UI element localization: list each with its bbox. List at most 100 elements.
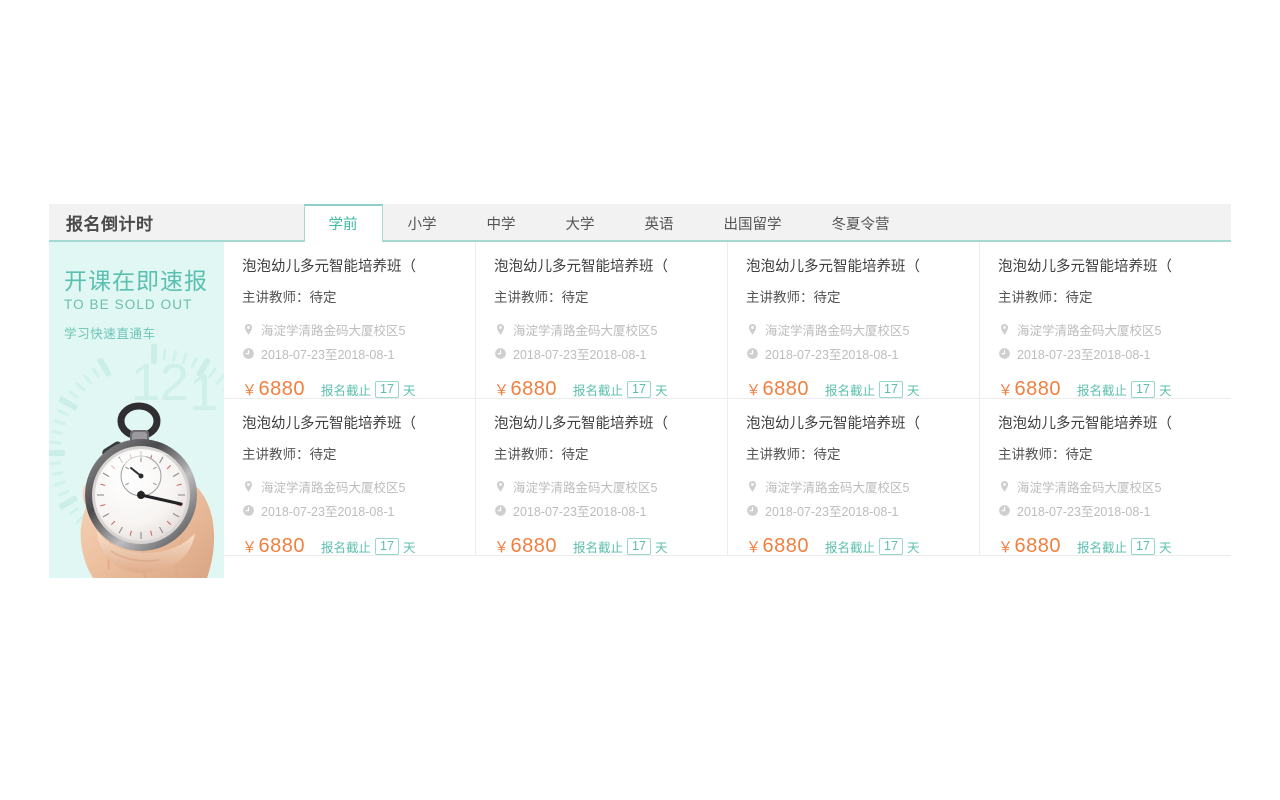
tab-6[interactable]: 冬夏令营: [807, 204, 915, 240]
course-address-row: 海淀学清路金码大厦校区5: [746, 477, 959, 496]
course-card[interactable]: 泡泡幼儿多元智能培养班（ 主讲教师：待定海淀学清路金码大厦校区5 2018-07-2…: [728, 399, 980, 556]
course-price: ￥6880: [494, 534, 558, 556]
countdown-widget: 报名倒计时 学前 小学 中学 大学 英语 出国留学 冬夏令营 12 1 开课在即…: [49, 204, 1231, 578]
course-card[interactable]: 泡泡幼儿多元智能培养班（ 主讲教师：待定 海淀学清路金码大厦校区5 2018-07-2…: [980, 399, 1231, 556]
course-card[interactable]: 泡泡幼儿多元智能培养班（ 主讲教师：待定海淀学清路金码大厦校区5 2018-07-2…: [476, 399, 728, 556]
deadline-label: 报名截止 17 天: [825, 380, 920, 398]
tab-5[interactable]: 出国留学: [699, 204, 807, 240]
course-price: ￥6880: [746, 534, 810, 556]
course-title: 泡泡幼儿多元智能培养班（: [746, 416, 920, 432]
course-price: ￥6880: [494, 378, 557, 399]
page-root: 报名倒计时 学前 小学 中学 大学 英语 出国留学 冬夏令营 12 1 开课在即…: [0, 0, 1280, 800]
price-value: 6880: [258, 377, 306, 399]
deadline-days-badge: 17: [1131, 380, 1155, 398]
price-value: 6880: [762, 534, 810, 556]
deadline-prefix: 报名截止: [825, 540, 876, 555]
location-pin-icon: [746, 323, 759, 336]
course-title: 泡泡幼儿多元智能培养班（: [746, 259, 920, 275]
deadline-days-badge: 17: [1131, 537, 1155, 555]
deadline-days-badge: 17: [375, 537, 399, 555]
course-card[interactable]: 泡泡幼儿多元智能培养班（ 主讲教师：待定 海淀学清路金码大厦校区5 2018-07-2…: [728, 242, 980, 399]
deadline-suffix: 天: [654, 383, 668, 398]
course-address-row: 海淀学清路金码大厦校区5: [494, 320, 707, 339]
tab-label: 中学: [486, 216, 516, 233]
currency-symbol: ￥: [746, 538, 762, 556]
price-value: 6880: [258, 534, 306, 556]
deadline-suffix: 天: [402, 383, 416, 398]
course-card[interactable]: 泡泡幼儿多元智能培养班（ 主讲教师：待定 海淀学清路金码大厦校区5 2018-07-2…: [224, 242, 476, 399]
tab-4[interactable]: 英语: [620, 204, 699, 240]
course-card[interactable]: 泡泡幼儿多元智能培养班（ 主讲教师：待定 海淀学清路金码大厦校区5 2018-07-2…: [980, 242, 1231, 399]
course-teacher: 主讲教师：待定: [746, 289, 841, 305]
course-teacher: 主讲教师：待定: [494, 446, 589, 462]
currency-symbol: ￥: [242, 538, 258, 556]
deadline-days-badge: 17: [627, 380, 651, 398]
deadline-days-badge: 17: [879, 537, 903, 555]
price-value: 6880: [1014, 534, 1062, 556]
clock-icon: [494, 504, 507, 517]
promo-tagline: 学习快速直通车: [64, 327, 156, 342]
course-date-row: 2018-07-23至2018-08-1: [242, 344, 455, 363]
currency-symbol: ￥: [746, 381, 762, 399]
deadline-label: 报名截止 17 天: [321, 380, 416, 398]
promo-panel[interactable]: 12 1 2 7: [49, 242, 224, 578]
course-address-row: 海淀学清路金码大厦校区5: [242, 320, 455, 339]
course-date-row: 2018-07-23至2018-08-1: [746, 501, 959, 520]
course-card[interactable]: 泡泡幼儿多元智能培养班（ 主讲教师：待定海淀学清路金码大厦校区5 2018-07-2…: [476, 242, 728, 399]
course-date-range: 2018-07-23至2018-08-1: [513, 347, 647, 362]
course-title: 泡泡幼儿多元智能培养班（: [494, 416, 668, 432]
tab-0[interactable]: 学前: [303, 204, 383, 242]
currency-symbol: ￥: [998, 381, 1014, 399]
course-card[interactable]: 泡泡幼儿多元智能培养班（ 主讲教师：待定 海淀学清路金码大厦校区5 2018-07-2…: [224, 399, 476, 556]
location-pin-icon: [998, 480, 1011, 493]
clock-icon: [242, 347, 255, 360]
clock-icon: [746, 347, 759, 360]
course-price: ￥6880: [242, 534, 306, 556]
course-date-range: 2018-07-23至2018-08-1: [765, 504, 899, 519]
course-date-range: 2018-07-23至2018-08-1: [261, 347, 395, 362]
currency-symbol: ￥: [494, 381, 510, 399]
currency-symbol: ￥: [494, 538, 510, 556]
course-price: ￥6880: [242, 377, 306, 399]
course-price-row: ￥6880 报名截止 17 天: [494, 534, 707, 556]
course-price-row: ￥6880 报名截止 17 天: [242, 534, 455, 556]
course-address-row: 海淀学清路金码大厦校区5: [242, 477, 455, 496]
course-title: 泡泡幼儿多元智能培养班（: [494, 259, 668, 275]
deadline-suffix: 天: [906, 383, 920, 398]
tab-3[interactable]: 大学: [541, 204, 620, 240]
currency-symbol: ￥: [998, 538, 1014, 556]
course-title: 泡泡幼儿多元智能培养班（: [242, 416, 416, 432]
deadline-label: 报名截止 17 天: [573, 537, 667, 555]
course-price-row: ￥6880 报名截止 17 天: [746, 377, 959, 399]
tab-1[interactable]: 小学: [383, 204, 462, 240]
clock-icon: [494, 347, 507, 360]
course-date-range: 2018-07-23至2018-08-1: [1017, 504, 1151, 519]
deadline-days-badge: 17: [375, 380, 399, 398]
hand-stopwatch-illustration: [80, 402, 215, 578]
course-address: 海淀学清路金码大厦校区5: [765, 480, 910, 495]
course-price-row: ￥6880 报名截止 17 天: [242, 377, 455, 399]
course-title: 泡泡幼儿多元智能培养班（: [998, 416, 1172, 432]
price-value: 6880: [762, 377, 810, 399]
deadline-prefix: 报名截止: [321, 383, 372, 398]
deadline-label: 报名截止 17 天: [1077, 380, 1171, 398]
course-date-range: 2018-07-23至2018-08-1: [1017, 347, 1151, 362]
course-date-row: 2018-07-23至2018-08-1: [494, 344, 707, 363]
course-address: 海淀学清路金码大厦校区5: [513, 480, 658, 495]
tab-label: 冬夏令营: [831, 216, 890, 233]
tab-label: 学前: [328, 216, 358, 233]
tab-2[interactable]: 中学: [462, 204, 541, 240]
deadline-prefix: 报名截止: [1077, 540, 1128, 555]
course-date-range: 2018-07-23至2018-08-1: [513, 504, 647, 519]
course-teacher: 主讲教师：待定: [494, 289, 589, 305]
course-address: 海淀学清路金码大厦校区5: [513, 323, 658, 338]
course-address-row: 海淀学清路金码大厦校区5: [494, 477, 707, 496]
currency-symbol: ￥: [242, 381, 258, 399]
price-value: 6880: [510, 534, 558, 556]
tab-label: 大学: [565, 216, 595, 233]
tab-label: 出国留学: [723, 216, 782, 233]
course-teacher: 主讲教师：待定: [746, 446, 841, 462]
deadline-suffix: 天: [402, 540, 416, 555]
course-address: 海淀学清路金码大厦校区5: [261, 323, 406, 338]
category-tabs: 学前 小学 中学 大学 英语 出国留学 冬夏令营: [303, 204, 915, 242]
